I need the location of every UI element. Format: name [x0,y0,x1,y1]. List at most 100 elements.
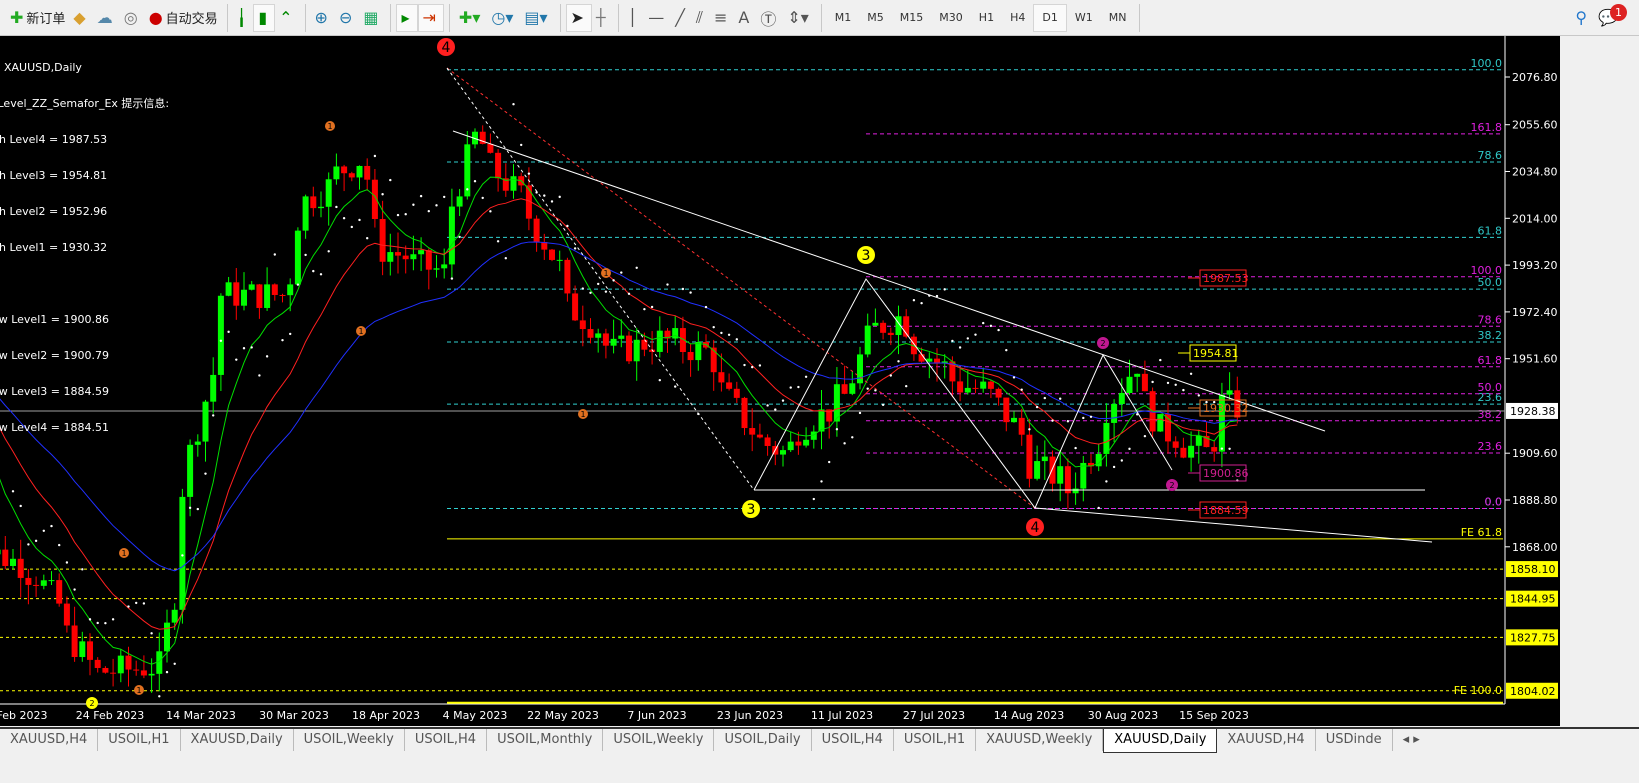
sar-dot [804,375,808,379]
sar-dot [273,253,276,256]
crosshair-icon: ┼ [595,8,606,27]
crosshair-button[interactable]: ┼ [592,4,613,32]
periods-button[interactable]: ◷▾ [487,4,520,32]
fe-label: FE 61.8 [1461,526,1502,539]
sar-dot [512,103,515,106]
timeframe-m5[interactable]: M5 [859,4,892,32]
candle-bear [125,655,132,670]
fibo-fan-button[interactable]: ≡ [710,4,734,32]
semafor-label: 4 [442,40,451,56]
candle-bear [33,584,40,586]
auto-scroll-button[interactable]: ▸ [396,3,418,32]
sar-dot [335,205,338,209]
candle-bull [217,295,224,375]
candle-bear [94,659,101,668]
sar-dot [250,346,253,349]
cloud-button[interactable]: ☁ [93,4,120,32]
candle-bear [718,372,725,383]
tab-scroll-arrows[interactable]: ◂ ▸ [1393,729,1430,751]
zoom-in-button[interactable]: ⊕ [311,4,335,32]
text-button[interactable]: A [734,4,756,32]
candle-bull [656,330,663,352]
new-order-button[interactable]: ✚ 新订单 [6,4,69,32]
timeframe-h4[interactable]: H4 [1002,4,1033,32]
notifications-button[interactable]: 💬 1 [1594,3,1627,32]
chart-tab[interactable]: USOIL,Weekly [294,729,405,751]
chart-tab[interactable]: XAUUSD,H4 [1217,729,1316,751]
divider [448,3,450,32]
chart-tab[interactable]: USOIL,Weekly [603,729,715,751]
divider [820,3,822,32]
candle-bull [1157,414,1164,432]
arrows-button[interactable]: ⇕▾ [783,4,815,32]
periods-icon: ◷▾ [491,8,514,27]
trendline-button[interactable]: ╱ [671,4,692,32]
templates-button[interactable]: ▤▾ [520,4,554,32]
candle-bull [248,284,255,290]
candle-bull [356,165,363,178]
timeframe-w1[interactable]: W1 [1067,4,1101,32]
sar-dot [296,283,300,286]
chart-shift-button[interactable]: ⇥ [417,3,444,32]
sar-dot [142,602,146,605]
vertical-line-button[interactable]: │ [624,4,645,32]
chart-tab[interactable]: USOIL,Daily [714,729,812,751]
timeframe-m1[interactable]: M1 [827,4,860,32]
auto-trading-button[interactable]: ● 自动交易 [145,4,222,32]
chart-tab[interactable]: XAUUSD,Daily [1103,729,1218,753]
timeframe-h1[interactable]: H1 [971,4,1002,32]
semafor-label: 3 [747,502,756,518]
tile-windows-button[interactable]: ▦ [359,4,385,32]
fibonacci-button[interactable]: ⫽ [692,4,710,32]
horizontal-line-button[interactable]: — [644,4,671,32]
timeframe-m30[interactable]: M30 [931,4,971,32]
candlestick-button[interactable]: ▮ [253,3,276,32]
market-watch-button[interactable]: ◆ [69,4,92,32]
candle-bear [310,196,317,209]
sar-dot [466,188,469,191]
chart-tab[interactable]: XAUUSD,H4 [0,729,99,751]
chart-shift-icon: ⇥ [422,8,436,27]
price-label: 1844.95 [1510,593,1556,606]
search-button[interactable]: ⚲ [1571,4,1594,32]
price-chart[interactable]: 2076.80 2055.60 2034.80 2014.00 1993.20 1972.… [0,36,1560,726]
chart-tab[interactable]: XAUUSD,Weekly [976,729,1104,751]
market-watch-icon: ◆ [73,8,86,27]
date-tick-label: 14 Mar 2023 [166,709,236,722]
sar-dot [1028,428,1031,431]
chart-tab[interactable]: USDinde [1316,729,1393,751]
chart-tab[interactable]: USOIL,H1 [98,729,181,751]
candle-bull [0,549,1,555]
candle-bear [841,384,848,394]
candle-bear [140,670,147,676]
candle-bull [1041,456,1048,462]
sar-dot [1035,405,1039,409]
sar-dot [758,364,762,367]
zoom-out-button[interactable]: ⊖ [335,4,359,32]
semafor-label: 1 [136,686,141,695]
symbol-title: XAUUSD,Daily [4,61,82,74]
timeframe-m15[interactable]: M15 [892,4,932,32]
bar-chart-button[interactable]: ╽ [233,4,254,32]
chart-tab[interactable]: USOIL,H4 [812,729,894,751]
timeframe-mn[interactable]: MN [1101,4,1135,32]
timeframe-d1[interactable]: D1 [1033,3,1067,32]
text-label-button[interactable]: Ⓣ [756,4,783,32]
sar-dot [27,543,30,546]
candle-bear [957,381,964,393]
trendline-icon: ╱ [675,8,685,27]
chart-tab[interactable]: USOIL,H4 [405,729,488,751]
indicators-button[interactable]: ✚▾ [455,4,487,32]
cursor-button[interactable]: ➤ [565,3,592,32]
chart-tab[interactable]: XAUUSD,Daily [181,729,294,751]
candle-bull [595,333,602,338]
sar-dot [173,662,176,665]
sar-dot [635,266,638,269]
vertical-scrollbar[interactable] [1560,36,1639,726]
candle-bear [402,255,409,260]
line-chart-button[interactable]: ⌃ [275,4,299,32]
chart-tab[interactable]: USOIL,Monthly [487,729,604,751]
auto-trading-icon: ● [148,8,163,27]
signal-button[interactable]: ◎ [120,4,145,32]
chart-tab[interactable]: USOIL,H1 [894,729,977,751]
